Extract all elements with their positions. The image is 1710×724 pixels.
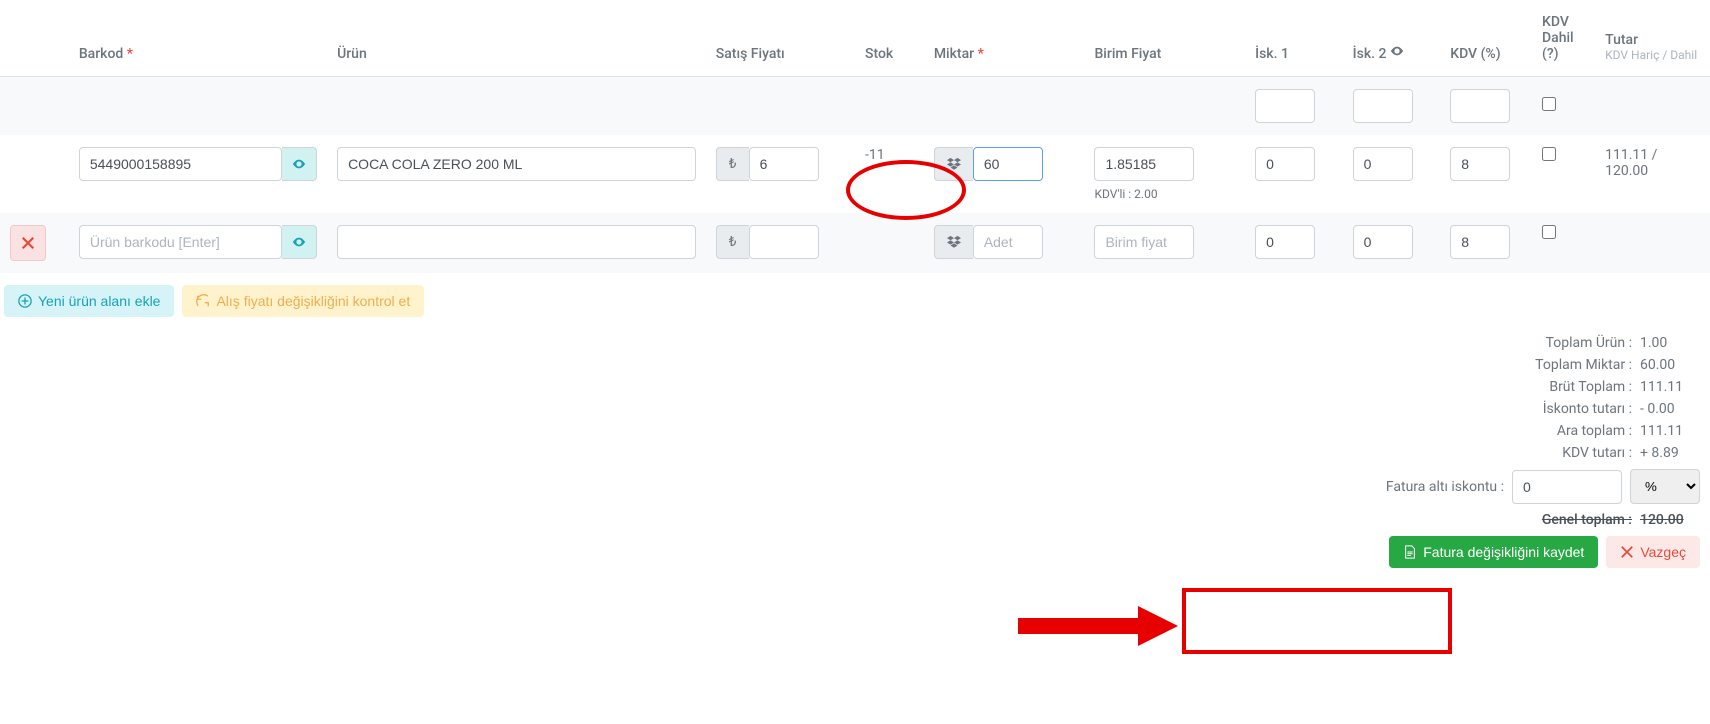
- new-birim-input[interactable]: [1094, 225, 1194, 259]
- header-urun: Ürün: [327, 0, 706, 77]
- miktar-input[interactable]: [973, 147, 1043, 181]
- total-product-label: Toplam Ürün :: [1546, 335, 1632, 351]
- header-isk2: İsk. 2: [1343, 0, 1441, 77]
- header-satis: Satış Fiyatı: [706, 0, 855, 77]
- eye-icon: [292, 235, 306, 249]
- cancel-button[interactable]: Vazgeç: [1606, 536, 1700, 568]
- new-barkod-view-button[interactable]: [282, 225, 317, 259]
- plus-circle-icon: [18, 294, 32, 308]
- barkod-input[interactable]: [79, 147, 282, 181]
- grand-total-label: Genel toplam :: [1542, 512, 1632, 528]
- dropbox-icon: [934, 147, 973, 181]
- filter-kdv-dahil-checkbox[interactable]: [1542, 97, 1556, 111]
- subtotal-value: 111.11: [1640, 423, 1700, 439]
- new-miktar-input[interactable]: [973, 225, 1043, 259]
- stok-value: -11: [855, 135, 924, 213]
- tutar-value: 111.11 / 120.00: [1595, 135, 1710, 213]
- add-new-product-button[interactable]: Yeni ürün alanı ekle: [4, 285, 174, 317]
- refresh-icon: [196, 294, 210, 308]
- close-icon: [21, 236, 35, 250]
- new-urun-input[interactable]: [337, 225, 696, 259]
- new-isk2-input[interactable]: [1353, 225, 1413, 259]
- table-row: ₺ -11 KDV'li : 2.00 111.: [0, 135, 1710, 213]
- new-isk1-input[interactable]: [1255, 225, 1315, 259]
- gross-total-value: 111.11: [1640, 379, 1700, 395]
- invoice-discount-label: Fatura altı iskontu :: [1386, 479, 1504, 495]
- barkod-view-button[interactable]: [282, 147, 317, 181]
- satis-input[interactable]: [749, 147, 819, 181]
- filter-isk2[interactable]: [1353, 89, 1413, 123]
- total-qty-label: Toplam Miktar :: [1535, 357, 1632, 373]
- document-icon: [1403, 545, 1417, 559]
- dropbox-icon: [934, 225, 973, 259]
- birim-input[interactable]: [1094, 147, 1194, 181]
- isk2-input[interactable]: [1353, 147, 1413, 181]
- invoice-discount-unit-select[interactable]: %: [1630, 469, 1700, 504]
- header-birim: Birim Fiyat: [1084, 0, 1245, 77]
- kdvli-note: KDV'li : 2.00: [1094, 187, 1235, 201]
- header-miktar: Miktar *: [924, 0, 1085, 77]
- header-tutar: Tutar KDV Hariç / Dahil: [1595, 0, 1710, 77]
- close-icon: [1620, 545, 1634, 559]
- new-kdv-dahil-checkbox[interactable]: [1542, 225, 1556, 239]
- kdv-dahil-checkbox[interactable]: [1542, 147, 1556, 161]
- annotation-box: [1182, 588, 1452, 654]
- eye-icon: [292, 157, 306, 171]
- new-barkod-input[interactable]: [79, 225, 282, 259]
- grand-total-value: 120.00: [1640, 512, 1700, 528]
- new-kdv-input[interactable]: [1450, 225, 1510, 259]
- check-price-change-button[interactable]: Alış fiyatı değişikliğini kontrol et: [182, 285, 424, 317]
- save-invoice-button[interactable]: Fatura değişikliğini kaydet: [1389, 536, 1598, 568]
- filter-kdv[interactable]: [1450, 89, 1510, 123]
- total-qty-value: 60.00: [1640, 357, 1700, 373]
- header-barkod: Barkod *: [69, 0, 327, 77]
- header-kdv: KDV (%): [1440, 0, 1532, 77]
- filter-isk1[interactable]: [1255, 89, 1315, 123]
- eye-icon: [1390, 44, 1404, 58]
- new-satis-input[interactable]: [749, 225, 819, 259]
- urun-input[interactable]: [337, 147, 696, 181]
- header-delete: [0, 0, 69, 77]
- header-kdv-dahil: KDV Dahil (?): [1532, 0, 1595, 77]
- header-stok: Stok: [855, 0, 924, 77]
- header-isk1: İsk. 1: [1245, 0, 1343, 77]
- filter-row: [0, 77, 1710, 136]
- discount-label: İskonto tutarı :: [1543, 401, 1632, 417]
- annotation-arrow: [1018, 606, 1178, 646]
- kdv-amount-label: KDV tutarı :: [1562, 445, 1632, 461]
- kdv-amount-value: + 8.89: [1640, 445, 1700, 461]
- total-product-value: 1.00: [1640, 335, 1700, 351]
- delete-row-button[interactable]: [10, 225, 46, 261]
- subtotal-label: Ara toplam :: [1557, 423, 1632, 439]
- discount-value: - 0.00: [1640, 401, 1700, 417]
- gross-total-label: Brüt Toplam :: [1549, 379, 1632, 395]
- invoice-discount-input[interactable]: [1512, 470, 1622, 504]
- isk1-input[interactable]: [1255, 147, 1315, 181]
- summary-panel: Toplam Ürün : 1.00 Toplam Miktar : 60.00 B…: [1150, 329, 1710, 588]
- new-row: ₺: [0, 213, 1710, 273]
- currency-icon: ₺: [716, 225, 749, 259]
- kdv-input[interactable]: [1450, 147, 1510, 181]
- currency-icon: ₺: [716, 147, 749, 181]
